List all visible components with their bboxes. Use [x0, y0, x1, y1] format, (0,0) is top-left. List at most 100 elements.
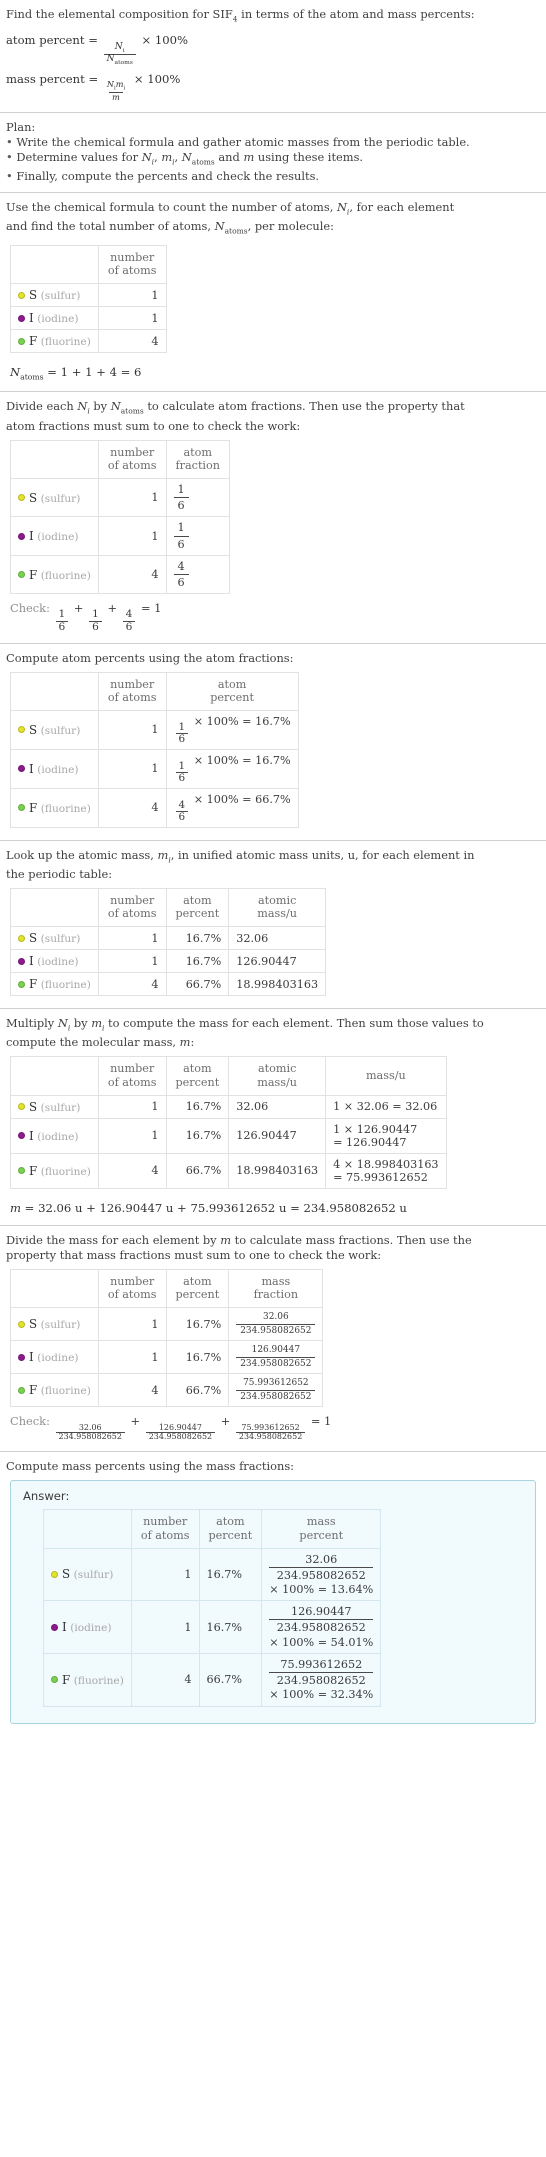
total-atoms-equation: Natoms = 1 + 1 + 4 = 6: [10, 365, 142, 382]
table-row: I (iodine) 1 16.7% 126.90447: [10, 949, 327, 974]
element-iodine: I (iodine): [10, 748, 99, 789]
sulfur-color-dot: [51, 1570, 58, 1578]
sulfur-atomic-mass: 32.06: [228, 926, 327, 951]
table-row: F (fluorine) 4: [10, 329, 167, 354]
header-atomic-mass: atomic mass/u: [228, 1056, 327, 1096]
atom-count-section: Use the chemical formula to count the nu…: [0, 193, 546, 391]
check-label: Check:: [10, 1414, 54, 1429]
atom-percent-label: atom percent =: [6, 33, 102, 48]
fluorine-atom-count: 4: [97, 787, 167, 828]
table-row: I (iodine) 1 16: [10, 516, 230, 556]
fluorine-mass-calc: 4 × 18.998403163 = 75.993612652: [325, 1152, 447, 1189]
fluorine-atom-percent: 46 × 100% = 66.7%: [165, 787, 299, 828]
header-number-of-atoms: number of atoms: [97, 887, 167, 928]
element-sulfur: S (sulfur): [43, 1547, 132, 1602]
mass-percent-formula: mass percent = Nimi m × 100%: [6, 68, 540, 104]
table-row: I (iodine) 1 16 × 100% = 16.7%: [10, 748, 299, 789]
fluorine-atom-fraction: 46: [165, 554, 230, 595]
fluorine-atom-count: 4: [130, 1652, 200, 1707]
header-number-of-atoms: number of atoms: [97, 439, 167, 479]
sulfur-atom-percent: 16.7%: [198, 1547, 263, 1602]
header-atom-percent: atom percent: [165, 1056, 230, 1096]
table-row: S (sulfur) 1 16.7% 32.06: [10, 926, 327, 951]
table-header-row: number of atoms atom percent mass percent: [43, 1509, 382, 1549]
sulfur-color-dot: [18, 726, 25, 734]
prompt-prefix: Find the elemental composition for SIF: [6, 7, 233, 21]
fluorine-atomic-mass: 18.998403163: [228, 972, 327, 997]
element-fluorine: F (fluorine): [10, 1373, 99, 1408]
corner-cell: [10, 1268, 99, 1309]
mass-fraction-section: Divide the mass for each element by m to…: [0, 1226, 546, 1452]
table-row: F (fluorine) 4 46: [10, 554, 230, 595]
element-iodine: I (iodine): [10, 1340, 99, 1375]
sulfur-atom-count: 1: [97, 709, 167, 750]
header-number-of-atoms: number of atoms: [97, 244, 167, 285]
iodine-color-dot: [18, 765, 25, 773]
computation-page: Find the elemental composition for SIF 4 …: [0, 0, 546, 1744]
iodine-atomic-mass: 126.90447: [228, 1117, 327, 1154]
fluorine-atom-percent: 66.7%: [165, 1373, 230, 1408]
sulfur-atom-fraction: 16: [165, 477, 230, 518]
answer-box: Answer: number of atoms atom percent mass p…: [10, 1480, 536, 1724]
mass-section: Multiply Ni by mi to compute the mass fo…: [0, 1009, 546, 1225]
corner-cell: [10, 671, 99, 711]
check-label: Check:: [10, 601, 54, 616]
element-sulfur: S (sulfur): [10, 709, 99, 750]
iodine-color-dot: [18, 314, 25, 322]
fluorine-atom-count: 4: [97, 1373, 167, 1408]
iodine-atom-percent: 16.7%: [165, 949, 230, 974]
fluorine-atomic-mass: 18.998403163: [228, 1152, 327, 1189]
iodine-color-dot: [18, 1353, 25, 1361]
mass-description: Multiply Ni by mi to compute the mass fo…: [6, 1016, 484, 1050]
sulfur-atom-percent: 16 × 100% = 16.7%: [165, 709, 299, 750]
fluorine-atom-count: 4: [97, 554, 167, 595]
iodine-atom-count: 1: [97, 1340, 167, 1375]
iodine-atom-count: 1: [97, 748, 167, 789]
element-fluorine: F (fluorine): [10, 972, 99, 997]
check-result: = 1: [141, 601, 162, 616]
sulfur-color-dot: [18, 291, 25, 299]
iodine-atom-percent: 16.7%: [165, 1117, 230, 1154]
element-fluorine: F (fluorine): [43, 1652, 132, 1707]
iodine-color-dot: [18, 1132, 25, 1140]
table-row: F (fluorine) 4 66.7% 75.993612652 234.958…: [10, 1373, 324, 1408]
mass-percent-label: mass percent =: [6, 71, 102, 86]
table-header-row: number of atoms atom percent: [10, 671, 299, 711]
iodine-color-dot: [51, 1623, 58, 1631]
mass-percent-fraction: Nimi m: [106, 79, 126, 103]
check-term-3: 75.993612652 234.958082652: [235, 1423, 306, 1442]
header-mass-fraction: mass fraction: [228, 1268, 324, 1309]
element-fluorine: F (fluorine): [10, 1152, 99, 1189]
atomic-mass-description: Look up the atomic mass, mi, in unified …: [6, 847, 475, 881]
check-term-2: 126.90447 234.958082652: [145, 1423, 216, 1442]
table-row: S (sulfur) 1 16.7% 32.06 234.958082652: [10, 1307, 324, 1342]
table-row: S (sulfur) 1: [10, 283, 167, 308]
iodine-atom-count: 1: [130, 1600, 200, 1654]
element-iodine: I (iodine): [10, 516, 99, 556]
atom-fraction-section: Divide each Ni by Natoms to calculate at…: [0, 392, 546, 642]
iodine-atom-count: 1: [97, 306, 167, 331]
corner-cell: [10, 1056, 99, 1096]
plan-bullet-1: • Write the chemical formula and gather …: [6, 134, 470, 149]
mass-fraction-table: number of atoms atom percent mass fraction …: [10, 1268, 324, 1408]
sulfur-atom-count: 1: [97, 926, 167, 951]
header-mass: mass/u: [325, 1056, 447, 1096]
element-sulfur: S (sulfur): [10, 283, 99, 308]
atom-fraction-check: Check: 16 + 16 + 46 = 1: [10, 601, 162, 633]
sulfur-atom-percent: 16.7%: [165, 1307, 230, 1342]
answer-label: Answer:: [23, 1489, 70, 1504]
sulfur-mass-percent: 32.06 234.958082652 × 100% = 13.64%: [261, 1547, 382, 1602]
fluorine-color-dot: [18, 980, 25, 988]
plan-bullet-3: • Finally, compute the percents and chec…: [6, 169, 320, 184]
iodine-atom-count: 1: [97, 1117, 167, 1154]
molecular-mass-equation: m = 32.06 u + 126.90447 u + 75.993612652…: [10, 1200, 407, 1215]
fluorine-atom-percent: 66.7%: [165, 1152, 230, 1189]
mass-table: number of atoms atom percent atomic mass/u …: [10, 1056, 447, 1189]
sulfur-atom-percent: 16.7%: [165, 1094, 230, 1119]
check-term-1: 16: [55, 609, 69, 632]
iodine-atom-percent: 16.7%: [198, 1600, 263, 1654]
table-row: I (iodine) 1 16.7% 126.90447 234.95808265…: [43, 1600, 382, 1654]
atom-count-table: number of atoms S (sulfur) 1 I (iodine) 1…: [10, 244, 167, 354]
plan-section: Plan: • Write the chemical formula and g…: [0, 113, 546, 192]
table-header-row: number of atoms atom percent atomic mass/u …: [10, 1056, 447, 1096]
